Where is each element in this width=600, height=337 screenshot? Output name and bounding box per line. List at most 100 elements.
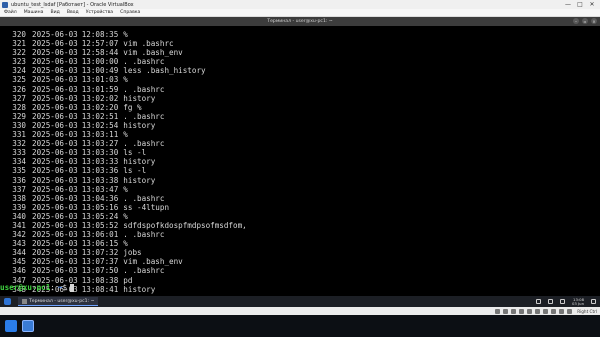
display-icon[interactable]: [543, 308, 549, 314]
history-row: 347 2025-06-03 13:08:38 pd: [0, 276, 600, 285]
history-time: 13:03:11: [81, 130, 119, 140]
history-command: history: [123, 175, 156, 185]
history-time: 13:02:51: [81, 111, 119, 121]
taskbar-item-terminal[interactable]: Терминал - user@xu-pc1: ~: [18, 297, 99, 306]
clock[interactable]: 13:08 03 Jun: [572, 297, 584, 306]
history-time: 13:08:41: [81, 284, 119, 294]
virtualbox-taskbar-icon[interactable]: [22, 320, 34, 332]
history-time: 13:03:27: [81, 139, 119, 149]
taskbar-item-label: Терминал - user@xu-pc1: ~: [29, 298, 95, 304]
history-time: 13:07:37: [81, 257, 119, 267]
prompt-line[interactable]: user@xu-pc1: ~ $: [0, 283, 75, 292]
history-row: 324 2025-06-03 13:00:49 less .bash_history: [0, 66, 600, 75]
history-row: 337 2025-06-03 13:03:47%: [0, 185, 600, 194]
history-row: 332 2025-06-03 13:03:27 . .bashrc: [0, 139, 600, 148]
virtualbox-icon: [2, 1, 8, 8]
history-date: 2025-06-03: [32, 211, 78, 221]
start-icon[interactable]: [5, 320, 17, 332]
history-time: 13:03:36: [81, 166, 119, 176]
history-number: 344: [12, 248, 26, 258]
close-button[interactable]: ✕: [586, 0, 598, 9]
menu-machine[interactable]: Машина: [24, 10, 44, 15]
history-date: 2025-06-03: [32, 30, 78, 39]
history-row: 342 2025-06-03 13:06:01 . .bashrc: [0, 230, 600, 239]
history-row: 329 2025-06-03 13:02:51 . .bashrc: [0, 112, 600, 121]
history-command: . .bashrc: [123, 230, 165, 240]
history-command: . .bashrc: [123, 266, 165, 276]
history-command: history: [123, 284, 156, 294]
history-command: ls -l: [123, 166, 147, 176]
menu-devices[interactable]: Устройства: [86, 10, 113, 15]
history-number: 330: [12, 120, 26, 130]
history-time: 13:07:50: [81, 266, 119, 276]
history-command: . .bashrc: [123, 193, 165, 203]
menu-help[interactable]: Справка: [120, 10, 140, 15]
history-row: 325 2025-06-03 13:01:03%: [0, 75, 600, 84]
terminal-output[interactable]: 320 2025-06-03 12:08:35% 321 2025-06-03 12:57…: [0, 26, 600, 296]
history-number: 338: [12, 193, 26, 203]
history-date: 2025-06-03: [32, 93, 78, 103]
menu-input[interactable]: Ввод: [67, 10, 79, 15]
history-date: 2025-06-03: [32, 120, 78, 130]
terminal-close-icon[interactable]: ×: [591, 18, 597, 24]
history-date: 2025-06-03: [32, 102, 78, 112]
history-time: 13:00:49: [81, 66, 119, 76]
vbox-titlebar: ubuntu_test_lsdaf [Работает] - Oracle Vi…: [0, 0, 600, 9]
history-command: sdfdspofkdospfmdpsofmsdfom,: [123, 220, 247, 230]
window-controls: — □ ✕: [562, 0, 598, 9]
history-command: . .bashrc: [123, 139, 165, 149]
history-time: 13:05:24: [81, 211, 119, 221]
history-date: 2025-06-03: [32, 130, 78, 140]
maximize-button[interactable]: □: [574, 0, 586, 9]
usb-icon[interactable]: [527, 308, 533, 314]
clock-date: 03 Jun: [572, 300, 584, 306]
terminal-titlebar[interactable]: Терминал - user@xu-pc1: ~ – ▫ ×: [0, 17, 600, 26]
host-key-label: Right Ctrl: [577, 308, 597, 314]
history-time: 12:57:07: [81, 39, 119, 49]
menu-view[interactable]: Вид: [51, 10, 60, 15]
mouse-integration-icon[interactable]: [567, 308, 573, 314]
history-time: 13:03:33: [81, 157, 119, 167]
network-adapter-icon[interactable]: [519, 308, 525, 314]
terminal-maximize-icon[interactable]: ▫: [582, 18, 588, 24]
history-date: 2025-06-03: [32, 166, 78, 176]
history-date: 2025-06-03: [32, 139, 78, 149]
cpu-icon[interactable]: [559, 308, 565, 314]
history-number: 320: [12, 30, 26, 39]
minimize-button[interactable]: —: [562, 0, 574, 9]
guest-taskbar: Терминал - user@xu-pc1: ~ 13:08 03 Jun: [0, 296, 600, 307]
applications-menu-button[interactable]: [0, 296, 14, 307]
system-tray: 13:08 03 Jun: [536, 296, 596, 307]
history-command: history: [123, 157, 156, 167]
power-icon[interactable]: [591, 299, 596, 304]
history-time: 13:03:38: [81, 175, 119, 185]
audio-icon[interactable]: [511, 308, 517, 314]
history-date: 2025-06-03: [32, 157, 78, 167]
volume-icon[interactable]: [560, 299, 566, 304]
history-command: vim .bashrc: [123, 39, 174, 49]
hard-disk-icon[interactable]: [495, 308, 501, 314]
history-row: 321 2025-06-03 12:57:07 vim .bashrc: [0, 39, 600, 48]
history-number: 335: [12, 166, 26, 176]
recording-icon[interactable]: [551, 308, 557, 314]
optical-drive-icon[interactable]: [503, 308, 509, 314]
history-date: 2025-06-03: [32, 220, 78, 230]
history-time: 13:07:32: [81, 248, 119, 258]
history-row: 327 2025-06-03 13:02:02 history: [0, 94, 600, 103]
menu-file[interactable]: Файл: [4, 10, 17, 15]
history-list: 320 2025-06-03 12:08:35% 321 2025-06-03 12:57…: [0, 30, 600, 294]
history-date: 2025-06-03: [32, 239, 78, 249]
keyboard-layout-icon[interactable]: [536, 299, 542, 304]
history-row: 340 2025-06-03 13:05:24%: [0, 212, 600, 221]
terminal-minimize-icon[interactable]: –: [573, 18, 579, 24]
history-number: 333: [12, 148, 26, 158]
history-command: %: [123, 130, 128, 140]
history-row: 330 2025-06-03 13:02:54 history: [0, 121, 600, 130]
network-icon[interactable]: [548, 299, 554, 304]
history-time: 13:08:38: [81, 275, 119, 285]
history-number: 332: [12, 139, 26, 149]
shared-folders-icon[interactable]: [535, 308, 541, 314]
history-time: 13:01:59: [81, 84, 119, 94]
history-date: 2025-06-03: [32, 266, 78, 276]
history-command: . .bashrc: [123, 57, 165, 67]
